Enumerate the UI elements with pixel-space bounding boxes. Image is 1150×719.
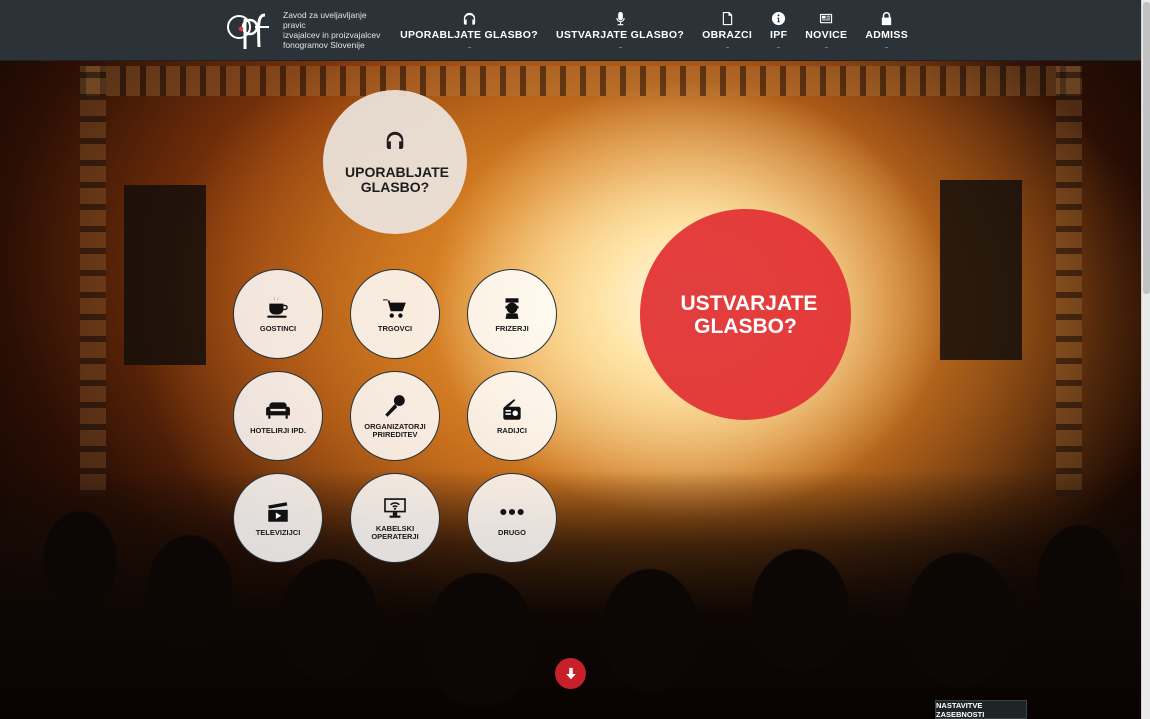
- nav-indicator: [777, 47, 781, 48]
- nav-label: OBRAZCI: [702, 29, 753, 41]
- microphone-icon: [385, 394, 405, 417]
- stage-truss-left: [80, 66, 106, 496]
- use-music-button[interactable]: UPORABLJATE GLASBO?: [323, 90, 467, 234]
- scrollbar-thumb[interactable]: [1143, 2, 1150, 294]
- category-label: HOTELIRJI IPD.: [250, 425, 306, 435]
- sofa-icon: [266, 402, 290, 419]
- use-music-label: UPORABLJATE GLASBO?: [345, 164, 449, 195]
- clapperboard-icon: [268, 502, 288, 522]
- nav-item-ustvarjate-glasbo[interactable]: USTVARJATE GLASBO?: [547, 0, 693, 61]
- category-label: TELEVIZIJCI: [255, 527, 301, 537]
- category-label: DRUGO: [498, 527, 526, 537]
- nav-indicator: [467, 47, 471, 48]
- monitor-wifi-icon: [384, 497, 406, 518]
- arrow-down-icon: [565, 667, 576, 679]
- headphones-icon: [463, 12, 475, 25]
- stage-truss-right: [1056, 66, 1082, 496]
- category-label: FRIZERJI: [495, 323, 529, 333]
- category-label: TRGOVCI: [377, 323, 413, 333]
- logo-tagline: Zavod za uveljavljanje pravic izvajalcev…: [283, 10, 383, 50]
- main-nav: UPORABLJATE GLASBO? USTVARJATE GLASBO? O…: [391, 0, 917, 61]
- scroll-down-button[interactable]: [555, 658, 586, 689]
- radio-icon: [503, 398, 521, 420]
- create-music-button[interactable]: USTVARJATE GLASBO?: [640, 209, 851, 420]
- nav-indicator: [725, 47, 729, 48]
- nav-indicator: [885, 47, 889, 48]
- create-music-label: USTVARJATE GLASBO?: [680, 291, 818, 338]
- category-radijci[interactable]: RADIJCI: [467, 371, 557, 461]
- site-header: Zavod za uveljavljanje pravic izvajalcev…: [0, 0, 1141, 61]
- nav-label: ADMISS: [865, 29, 908, 41]
- hero-background: [0, 0, 1141, 719]
- nav-item-novice[interactable]: NOVICE: [796, 0, 856, 61]
- nav-item-obrazci[interactable]: OBRAZCI: [693, 0, 761, 61]
- logo-line: fonogramov Slovenije: [283, 40, 365, 50]
- category-organizatorji-prireditev[interactable]: ORGANIZATORJI PRIREDITEV: [350, 371, 440, 461]
- category-drugo[interactable]: DRUGO: [467, 473, 557, 563]
- page-scrollbar[interactable]: [1141, 0, 1150, 719]
- newspaper-icon: [819, 13, 832, 24]
- headphones-icon: [386, 131, 404, 149]
- site-logo[interactable]: Zavod za uveljavljanje pravic izvajalcev…: [225, 6, 385, 54]
- nav-indicator: [824, 47, 828, 48]
- coffee-cup-icon: [267, 296, 288, 318]
- privacy-settings-button[interactable]: NASTAVITVE ZASEBNOSTI: [935, 700, 1027, 719]
- speaker-right: [940, 180, 1022, 360]
- speaker-left: [124, 185, 206, 365]
- nav-label: NOVICE: [805, 29, 848, 41]
- lock-icon: [881, 11, 892, 26]
- nav-label: UPORABLJATE GLASBO?: [400, 29, 538, 41]
- barber-icon: [505, 298, 519, 319]
- stage-truss: [80, 66, 1080, 96]
- category-label: ORGANIZATORJI PRIREDITEV: [364, 421, 426, 439]
- nav-item-admiss[interactable]: ADMISS: [856, 0, 917, 61]
- category-frizerji[interactable]: FRIZERJI: [467, 269, 557, 359]
- microphone-icon: [615, 11, 625, 26]
- category-label: GOSTINCI: [259, 323, 297, 333]
- category-trgovci[interactable]: TRGOVCI: [350, 269, 440, 359]
- category-hotelirji[interactable]: HOTELIRJI IPD.: [233, 371, 323, 461]
- category-label: KABELSKI OPERATERJI: [371, 523, 419, 541]
- document-icon: [722, 11, 732, 26]
- nav-item-ipf[interactable]: IPF: [761, 0, 796, 61]
- logo-line: izvajalcev in proizvajalcev: [283, 30, 381, 40]
- privacy-settings-label: NASTAVITVE ZASEBNOSTI: [936, 700, 985, 719]
- nav-item-uporabljate-glasbo[interactable]: UPORABLJATE GLASBO?: [391, 0, 547, 61]
- nav-label: USTVARJATE GLASBO?: [556, 29, 685, 41]
- info-icon: [772, 11, 786, 26]
- shopping-cart-icon: [383, 299, 406, 318]
- category-televizijci[interactable]: TELEVIZIJCI: [233, 473, 323, 563]
- logo-line: Zavod za uveljavljanje pravic: [283, 10, 367, 30]
- nav-label: IPF: [770, 29, 788, 41]
- category-kabelski-operaterji[interactable]: KABELSKI OPERATERJI: [350, 473, 440, 563]
- ipf-logo-mark: [225, 7, 281, 53]
- category-label: RADIJCI: [496, 425, 527, 435]
- nav-indicator: [618, 47, 622, 48]
- category-gostinci[interactable]: GOSTINCI: [233, 269, 323, 359]
- ellipsis-icon: [500, 508, 524, 515]
